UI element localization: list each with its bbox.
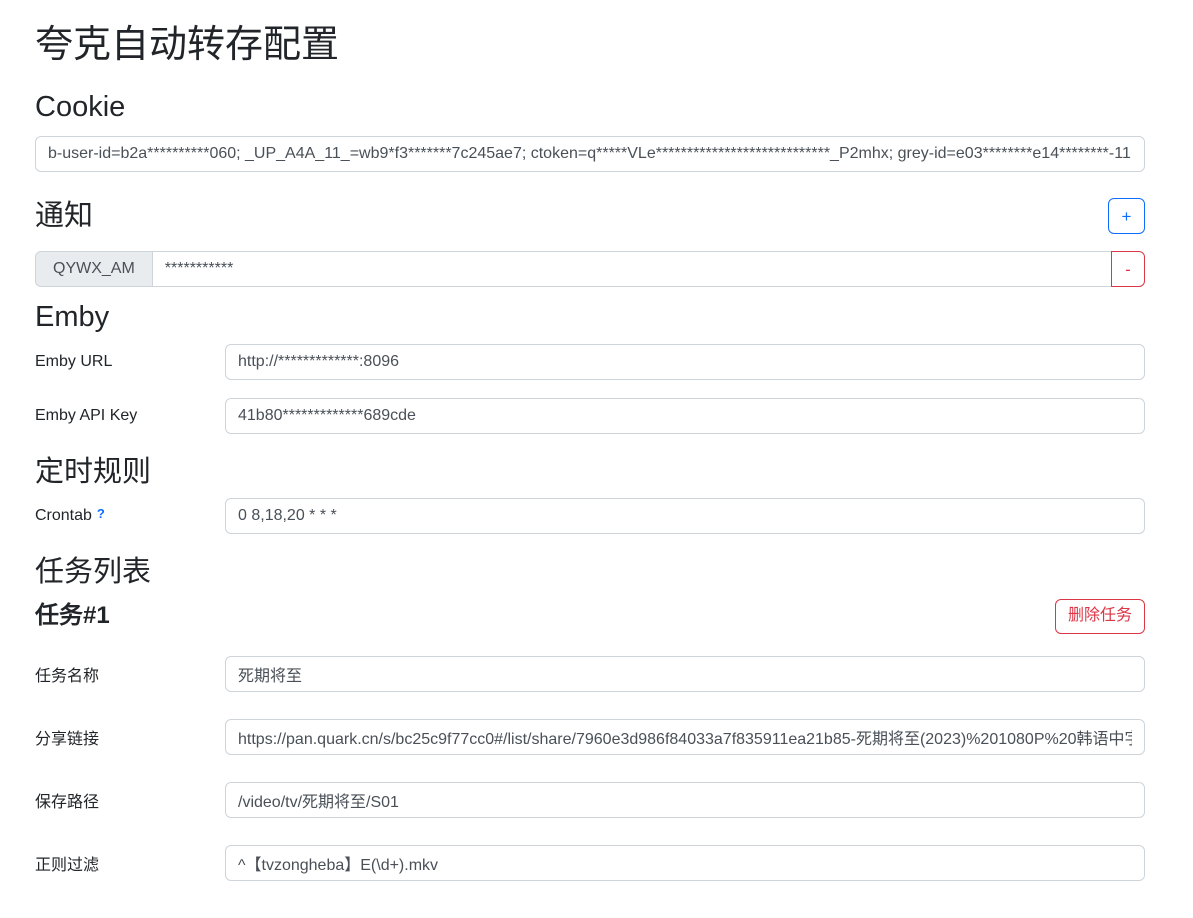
emby-heading: Emby xyxy=(35,300,1145,335)
crontab-label-text: Crontab xyxy=(35,507,92,524)
task-name-input[interactable] xyxy=(225,656,1145,692)
task-name-row: 任务名称 xyxy=(35,656,1145,692)
emby-url-input[interactable] xyxy=(225,344,1145,380)
task1-title: 任务#1 xyxy=(35,601,110,631)
notification-value-input[interactable] xyxy=(152,251,1112,287)
crontab-row: Crontab? xyxy=(35,498,1145,534)
regex-filter-input[interactable] xyxy=(225,845,1145,881)
share-link-input[interactable] xyxy=(225,719,1145,755)
remove-notification-button[interactable]: - xyxy=(1111,251,1145,287)
cookie-input[interactable] xyxy=(35,136,1145,172)
regex-filter-row: 正则过滤 xyxy=(35,845,1145,881)
emby-api-key-row: Emby API Key xyxy=(35,398,1145,434)
emby-api-key-input[interactable] xyxy=(225,398,1145,434)
regex-filter-label: 正则过滤 xyxy=(35,851,225,875)
share-link-row: 分享链接 xyxy=(35,719,1145,755)
save-path-label: 保存路径 xyxy=(35,788,225,812)
cookie-heading: Cookie xyxy=(35,90,1145,125)
save-path-input[interactable] xyxy=(225,782,1145,818)
save-path-row: 保存路径 xyxy=(35,782,1145,818)
help-icon[interactable]: ? xyxy=(97,506,105,521)
notification-section-header: 通知 + xyxy=(35,198,1145,234)
config-page: 夸克自动转存配置 Cookie 通知 + QYWX_AM - Emby Emby… xyxy=(0,0,1193,918)
emby-api-key-label: Emby API Key xyxy=(35,407,225,425)
delete-task-button[interactable]: 删除任务 xyxy=(1055,599,1145,634)
emby-url-row: Emby URL xyxy=(35,344,1145,380)
notification-heading: 通知 xyxy=(35,199,93,234)
share-link-label: 分享链接 xyxy=(35,725,225,749)
task1-header: 任务#1 删除任务 xyxy=(35,598,1145,634)
crontab-input[interactable] xyxy=(225,498,1145,534)
task-list-heading: 任务列表 xyxy=(35,555,1145,590)
schedule-heading: 定时规则 xyxy=(35,455,1145,490)
notification-key-addon: QYWX_AM xyxy=(35,251,153,287)
task-name-label: 任务名称 xyxy=(35,662,225,686)
notification-item: QYWX_AM - xyxy=(35,251,1145,287)
emby-url-label: Emby URL xyxy=(35,353,225,371)
page-title: 夸克自动转存配置 xyxy=(35,22,1145,68)
crontab-label: Crontab? xyxy=(35,507,225,525)
add-notification-button[interactable]: + xyxy=(1108,198,1145,234)
